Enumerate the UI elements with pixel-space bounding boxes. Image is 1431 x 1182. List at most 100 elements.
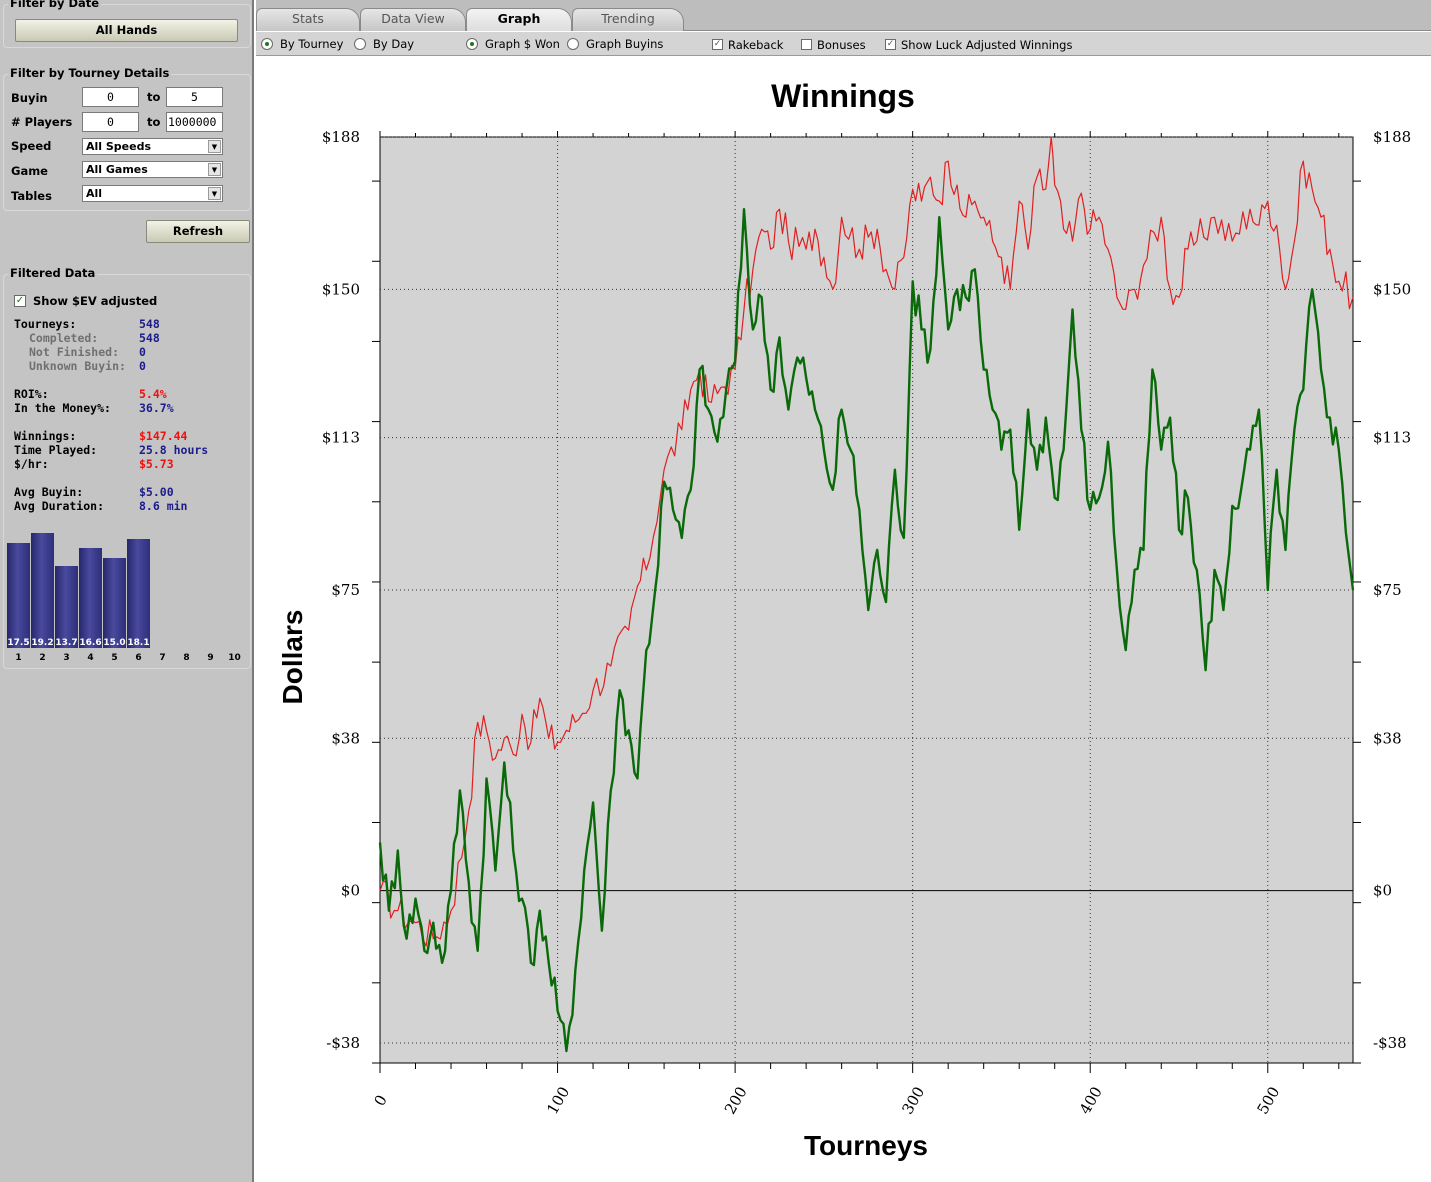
- y-tick-label-right: $188: [1373, 128, 1411, 146]
- histogram-position-label: 8: [183, 653, 190, 663]
- show-ev-label: Show $EV adjusted: [33, 294, 158, 308]
- by-day-radio[interactable]: [354, 38, 366, 50]
- rakeback-checkbox[interactable]: ✓: [712, 39, 723, 50]
- histogram-position-label: 5: [111, 653, 118, 663]
- refresh-button[interactable]: Refresh: [146, 220, 250, 243]
- histogram-position-label: 2: [39, 653, 46, 663]
- unknown-buyin-value: 0: [139, 359, 146, 373]
- speed-select[interactable]: All Speeds ▼: [82, 138, 223, 155]
- histogram-position-label: 9: [207, 653, 214, 663]
- roi-value: 5.4%: [139, 387, 167, 401]
- tab-data-view[interactable]: Data View: [360, 8, 466, 31]
- filter-tourney-title: Filter by Tourney Details: [8, 66, 172, 80]
- x-tick-label: 400: [1076, 1084, 1106, 1118]
- game-select-value: All Games: [86, 163, 148, 176]
- x-tick-label: 300: [898, 1084, 928, 1118]
- finish-position-histogram: 17.5 1 19.2 2 13.7 3 16.6 4 15.0 5 18.1 6 7 8 9 10: [7, 510, 247, 665]
- tab-bar: Stats Data View Graph Trending: [256, 0, 1431, 31]
- not-finished-value: 0: [139, 345, 146, 359]
- speed-select-value: All Speeds: [86, 140, 152, 153]
- avg-buyin-label: Avg Buyin:: [14, 485, 84, 499]
- winnings-label: Winnings:: [14, 429, 77, 443]
- histogram-bar-value: 13.7: [55, 638, 78, 648]
- graph-won-radio[interactable]: [466, 38, 478, 50]
- y-tick-label-left: $113: [322, 429, 360, 447]
- time-played-value: 25.8 hours: [139, 443, 209, 457]
- histogram-bar: 17.5: [7, 543, 30, 648]
- y-tick-label-right: $113: [1373, 429, 1411, 447]
- tourneys-value: 548: [139, 317, 160, 331]
- roi-label: ROI%:: [14, 387, 49, 401]
- buyin-label: Buyin: [11, 91, 48, 105]
- luck-adjusted-label: Show Luck Adjusted Winnings: [901, 38, 1073, 52]
- speed-label: Speed: [11, 139, 52, 153]
- graph-buyins-label: Graph Buyins: [586, 37, 664, 51]
- graph-buyins-radio[interactable]: [567, 38, 579, 50]
- chevron-down-icon: ▼: [208, 187, 221, 200]
- histogram-position-label: 4: [87, 653, 94, 663]
- histogram-bar: 19.2: [31, 532, 54, 648]
- per-hour-label: $/hr:: [14, 457, 49, 471]
- buyin-from-input[interactable]: 0: [82, 87, 139, 107]
- y-tick-label-left: $0: [341, 882, 360, 900]
- histogram-bar: 15.0: [103, 558, 126, 648]
- x-tick-label: 0: [370, 1092, 390, 1109]
- histogram-bar: 16.6: [79, 548, 102, 648]
- by-day-label: By Day: [373, 37, 415, 51]
- players-label: # Players: [11, 115, 73, 129]
- histogram-bar-value: 16.6: [79, 638, 102, 648]
- y-tick-label-left: $188: [322, 128, 360, 146]
- completed-label: Completed:: [29, 331, 99, 345]
- not-finished-label: Not Finished:: [29, 345, 120, 359]
- per-hour-value: $5.73: [139, 457, 174, 471]
- histogram-bar: 18.1: [127, 539, 150, 648]
- unknown-buyin-label: Unknown Buyin:: [29, 359, 126, 373]
- filter-by-date-title: Filter by Date: [8, 0, 102, 10]
- tab-graph[interactable]: Graph: [466, 8, 572, 31]
- histogram-position-label: 7: [159, 653, 166, 663]
- histogram-bar-value: 18.1: [127, 638, 150, 648]
- tables-select[interactable]: All ▼: [82, 185, 223, 202]
- histogram-bar-value: 19.2: [31, 638, 54, 648]
- players-from-input[interactable]: 0: [82, 112, 139, 132]
- winnings-chart: Winnings $188 $188 $150 $150 $113 $113 $75 $75 $…: [277, 78, 1411, 1161]
- y-tick-label-right: -$38: [1373, 1034, 1407, 1052]
- by-tourney-label: By Tourney: [280, 37, 344, 51]
- chevron-down-icon: ▼: [208, 163, 221, 176]
- y-tick-label-right: $75: [1373, 581, 1402, 599]
- show-ev-checkbox[interactable]: ✓: [14, 295, 26, 307]
- itm-label: In the Money%:: [14, 401, 111, 415]
- histogram-bar: 13.7: [55, 565, 78, 648]
- tables-select-value: All: [86, 187, 103, 200]
- all-hands-button[interactable]: All Hands: [15, 19, 238, 42]
- players-to-label: to: [147, 115, 161, 129]
- chevron-down-icon: ▼: [208, 140, 221, 153]
- players-to-input[interactable]: 1000000: [166, 112, 223, 132]
- histogram-position-label: 1: [15, 653, 22, 663]
- buyin-to-input[interactable]: 5: [166, 87, 223, 107]
- game-select[interactable]: All Games ▼: [82, 161, 223, 178]
- y-tick-label-right: $38: [1373, 729, 1402, 747]
- luck-adjusted-checkbox[interactable]: ✓: [885, 39, 896, 50]
- by-tourney-radio[interactable]: [261, 38, 273, 50]
- main-panel: Stats Data View Graph Trending By Tourne…: [256, 0, 1431, 1182]
- chart-title: Winnings: [771, 78, 915, 114]
- histogram-position-label: 10: [228, 653, 241, 663]
- rakeback-label: Rakeback: [728, 38, 784, 52]
- graph-options-bar: By Tourney By Day Graph $ Won Graph Buyi…: [256, 32, 1431, 56]
- tab-stats[interactable]: Stats: [256, 8, 360, 31]
- y-tick-label-right: $150: [1373, 280, 1411, 298]
- tourneys-label: Tourneys:: [14, 317, 77, 331]
- x-tick-label: 100: [543, 1084, 573, 1118]
- x-axis-label: Tourneys: [804, 1130, 928, 1161]
- histogram-bar-value: 17.5: [7, 638, 30, 648]
- tab-trending[interactable]: Trending: [572, 8, 684, 31]
- y-tick-label-left: $150: [322, 280, 360, 298]
- filtered-data-title: Filtered Data: [8, 266, 98, 280]
- x-tick-label: 500: [1253, 1084, 1283, 1118]
- bonuses-checkbox[interactable]: [801, 39, 812, 50]
- sidebar: Filter by Date All Hands Filter by Tourn…: [0, 0, 254, 1182]
- game-label: Game: [11, 164, 48, 178]
- histogram-bar-value: 15.0: [103, 638, 126, 648]
- y-tick-label-left: $75: [331, 581, 360, 599]
